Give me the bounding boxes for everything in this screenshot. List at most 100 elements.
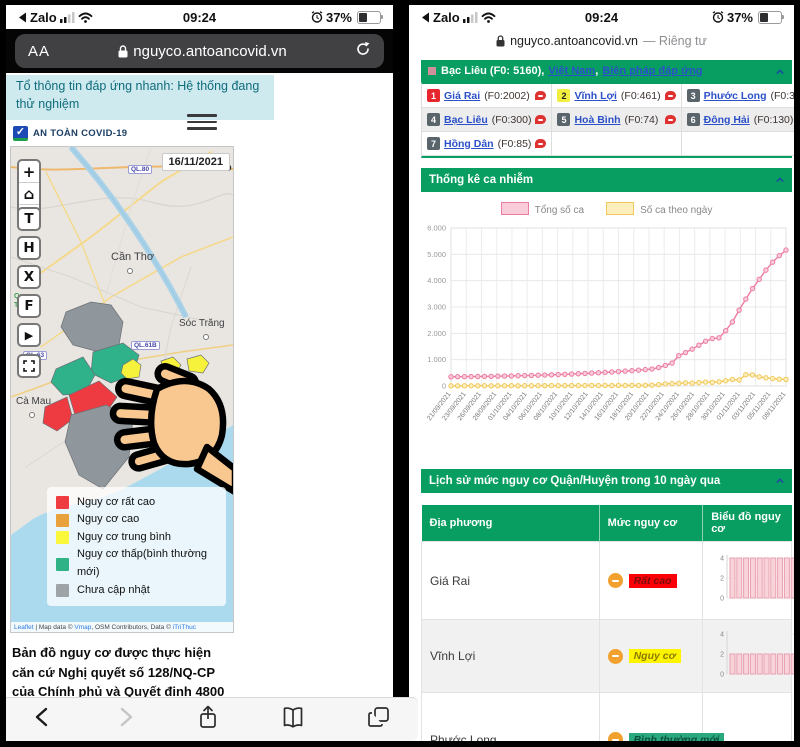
system-notice-banner: Tổ thông tin đáp ứng nhanh: Hệ thống đan… xyxy=(6,75,274,121)
table-row: Vĩnh Lợi Nguy cơ 4 2 0 xyxy=(421,619,794,693)
risk-level-wrap: Bình thường mới xyxy=(607,732,725,741)
map-fullscreen-button[interactable] xyxy=(17,354,41,379)
reload-button[interactable] xyxy=(355,41,371,62)
leaflet-map[interactable]: 16/11/2021 + ⌂ − T H X F ▶ VĨNH LO Cần T… xyxy=(10,146,234,634)
chart-legend-label: Số ca theo ngày xyxy=(640,205,713,216)
bookmarks-button[interactable] xyxy=(280,705,306,734)
map-date-badge: 16/11/2021 xyxy=(161,153,230,172)
district-name-cell: Giá Rai xyxy=(421,541,600,620)
comment-icon[interactable] xyxy=(535,91,547,100)
svg-text:4: 4 xyxy=(720,556,724,563)
district-cell-empty xyxy=(681,132,794,156)
risk-mini-bar-chart: 4 2 0 xyxy=(720,630,794,678)
rank-badge: 2 xyxy=(557,89,571,102)
province-header-bar[interactable]: Bạc Liêu (F0: 5160), Việt Nam, Biện pháp… xyxy=(421,60,792,82)
fullscreen-icon xyxy=(23,360,35,373)
district-cell[interactable]: 2 Vĩnh Lợi (F0:461) xyxy=(552,84,682,108)
district-cell[interactable]: 6 Đông Hải (F0:130) xyxy=(681,108,794,132)
collapse-chevron-icon[interactable] xyxy=(776,477,784,485)
province-risk-square xyxy=(428,67,436,75)
compact-url-bar[interactable]: nguyco.antoancovid.vn — Riêng tư xyxy=(409,29,794,53)
response-measures-link[interactable]: Biện pháp đáp ứng xyxy=(602,65,702,77)
trend-unchanged-icon xyxy=(607,732,623,741)
map-f-button[interactable]: F xyxy=(17,294,41,319)
risk-level-chip: Nguy cơ xyxy=(628,649,681,663)
map-attribution: Leaflet | Map data © Vmap, OSM Contribut… xyxy=(11,622,233,633)
itrithuc-link[interactable]: iTriThuc xyxy=(173,624,196,631)
trend-unchanged-icon xyxy=(607,573,623,588)
map-legend-item: Nguy cơ cao xyxy=(56,511,217,529)
rank-badge: 7 xyxy=(427,137,440,150)
stats-header-bar[interactable]: Thống kê ca nhiễm xyxy=(421,168,792,192)
svg-text:0: 0 xyxy=(442,382,446,391)
risk-level-cell: Nguy cơ xyxy=(598,619,704,693)
menu-icon[interactable] xyxy=(187,114,217,130)
status-bar: Zalo 09:24 37% xyxy=(6,5,393,29)
lock-icon xyxy=(496,35,505,47)
map-t-button[interactable]: T xyxy=(17,207,41,232)
address-bar[interactable]: AA nguyco.antoancovid.vn xyxy=(15,34,384,68)
battery-percent-label: 37% xyxy=(726,9,753,25)
map-label-soc-trang: Sóc Trăng xyxy=(179,318,225,330)
svg-text:1.000: 1.000 xyxy=(427,355,446,364)
history-header-bar[interactable]: Lịch sử mức nguy cơ Quận/Huyện trong 10 … xyxy=(421,469,792,493)
wifi-icon xyxy=(78,12,93,23)
comment-icon[interactable] xyxy=(664,91,676,100)
road-badge-ql61b: QL.61B xyxy=(131,341,160,351)
back-to-app-icon xyxy=(422,12,429,22)
province-title: Bạc Liêu (F0: 5160), xyxy=(441,65,545,77)
legend-label: Nguy cơ thấp(bình thường mới) xyxy=(77,548,208,579)
district-cell[interactable]: 4 Bạc Liêu (F0:300) xyxy=(422,108,553,132)
battery-percent-label: 37% xyxy=(325,9,352,25)
rank-badge: 5 xyxy=(557,113,571,126)
site-logo-icon: ✓ xyxy=(13,125,28,141)
map-play-button[interactable]: ▶ xyxy=(17,323,41,348)
trend-unchanged-icon xyxy=(607,648,623,664)
map-h-button[interactable]: H xyxy=(17,236,41,261)
district-cell[interactable]: 1 Giá Rai (F0:2002) xyxy=(422,84,553,108)
svg-text:0: 0 xyxy=(720,671,724,678)
comment-icon[interactable] xyxy=(535,115,547,124)
vmap-link[interactable]: Vmap xyxy=(74,624,91,631)
risk-level-wrap: Nguy cơ xyxy=(607,648,695,664)
district-cell[interactable]: 7 Hồng Dân (F0:85) xyxy=(422,132,553,156)
home-button[interactable]: ⌂ xyxy=(19,183,39,206)
svg-text:6.000: 6.000 xyxy=(427,224,446,233)
district-link[interactable]: Vĩnh Lợi xyxy=(574,90,616,102)
district-cell[interactable]: 3 Phước Long(F0:375) xyxy=(681,84,794,108)
district-link[interactable]: Phước Long xyxy=(704,90,767,102)
leaflet-link[interactable]: Leaflet xyxy=(14,624,34,631)
rank-badge: 1 xyxy=(427,89,440,102)
rank-badge: 6 xyxy=(686,113,700,126)
district-link[interactable]: Hoà Bình xyxy=(574,114,620,126)
table-row: Phước Long Bình thường mới xyxy=(421,692,792,741)
collapse-chevron-icon[interactable] xyxy=(776,176,784,184)
district-link[interactable]: Hồng Dân xyxy=(444,138,494,150)
tabs-button[interactable] xyxy=(366,705,392,734)
district-cell-empty xyxy=(552,132,682,156)
share-button[interactable] xyxy=(196,704,220,735)
risk-mini-bar-chart: 4 2 0 xyxy=(720,555,794,603)
signal-bars-icon xyxy=(462,11,478,23)
district-link[interactable]: Đông Hải xyxy=(704,114,750,126)
collapse-chevron-icon[interactable] xyxy=(776,68,784,76)
map-x-button[interactable]: X xyxy=(17,265,41,290)
district-link[interactable]: Giá Rai xyxy=(444,90,480,102)
district-link[interactable]: Bạc Liêu xyxy=(444,114,488,126)
url-text: nguyco.antoancovid.vn xyxy=(133,42,287,60)
svg-text:4: 4 xyxy=(720,631,724,638)
table-header-row: Địa phương Mức nguy cơ Biểu đồ nguy cơ xyxy=(421,505,792,542)
comment-icon[interactable] xyxy=(664,115,676,124)
vietnam-link[interactable]: Việt Nam xyxy=(548,65,595,77)
back-button[interactable] xyxy=(32,706,54,733)
zoom-in-button[interactable]: + xyxy=(19,161,39,184)
reader-options-button[interactable]: AA xyxy=(28,43,50,60)
road-badge-ql80: QL.80 xyxy=(128,165,153,175)
forward-button[interactable] xyxy=(114,706,136,733)
district-f0-count: (F0:461) xyxy=(620,89,661,102)
history-column-header: Địa phương xyxy=(421,505,600,542)
map-label-ca-mau: Cà Mau xyxy=(16,396,52,408)
district-f0-count: (F0:375) xyxy=(770,89,794,102)
district-cell[interactable]: 5 Hoà Bình (F0:74) xyxy=(552,108,682,132)
comment-icon[interactable] xyxy=(535,139,547,148)
